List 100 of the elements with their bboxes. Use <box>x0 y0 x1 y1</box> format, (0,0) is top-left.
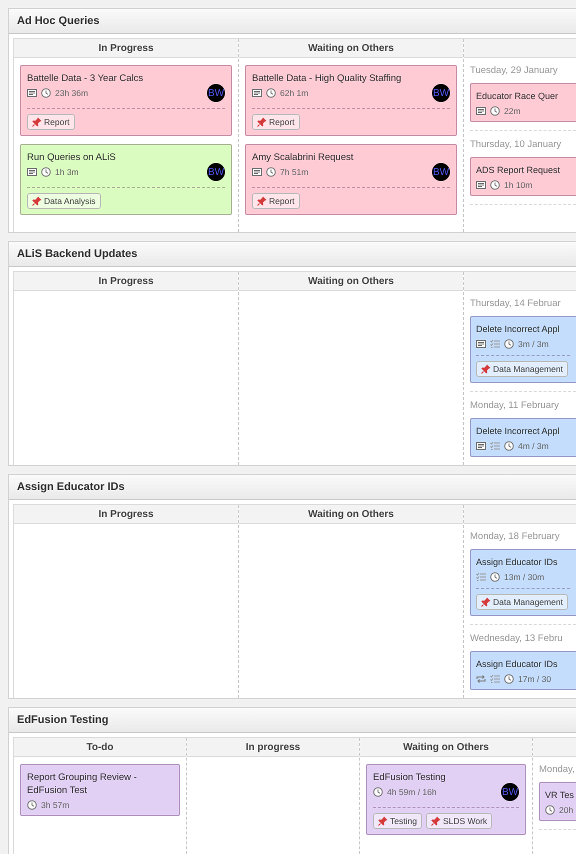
card-title: Run Queries on ALiS <box>27 151 117 164</box>
card-title: Report Grouping Review - EdFusion Test <box>27 771 138 797</box>
task-card[interactable]: Amy Scalabrini Request 7h 51m BW Report <box>245 144 457 215</box>
column-heading: In Progress <box>14 505 238 524</box>
column-heading: Waiting on Others <box>239 39 463 58</box>
column-heading: Waiting on Others <box>360 738 532 757</box>
pin-icon <box>378 816 388 826</box>
checklist-icon <box>490 339 500 349</box>
clock-icon <box>266 167 276 177</box>
card-title: ADS Report Request <box>476 164 562 177</box>
column-heading: In Progress <box>14 39 238 58</box>
column-heading: In Progress <box>14 272 238 291</box>
time-spent: 62h 1m <box>280 88 308 98</box>
task-card[interactable]: Assign Educator IDs 17m / 30 <box>470 651 576 690</box>
avatar[interactable]: BW <box>432 84 450 102</box>
avatar[interactable]: BW <box>432 163 450 181</box>
task-card[interactable]: VR Tes 20h <box>539 782 576 821</box>
clock-icon <box>41 88 51 98</box>
task-card[interactable]: Report Grouping Review - EdFusion Test 3h 57m <box>20 764 180 816</box>
pin-icon <box>32 117 42 127</box>
task-card[interactable]: Delete Incorrect Appl 4m / 3m <box>470 418 576 457</box>
pin-icon <box>481 364 491 374</box>
notes-icon <box>27 167 37 177</box>
tag[interactable]: Data Analysis <box>27 193 100 209</box>
date-label: Wednesday, 13 Febru <box>470 633 564 644</box>
clock-icon <box>504 674 514 684</box>
card-title: Delete Incorrect Appl <box>476 425 561 438</box>
column-heading: In progress <box>187 738 359 757</box>
notes-icon <box>476 106 486 116</box>
checklist-icon <box>476 572 486 582</box>
time-spent: 20h <box>559 805 574 815</box>
clock-icon <box>490 106 500 116</box>
date-label: Thursday, 14 Februar <box>470 298 562 309</box>
time-spent: 4h 59m / 16h <box>387 787 437 797</box>
tag[interactable]: Data Management <box>476 361 568 377</box>
time-spent: 1h 10m <box>504 180 532 190</box>
task-card[interactable]: Delete Incorrect Appl 3m / 3m Data Management <box>470 316 576 383</box>
card-title: Battelle Data - High Quality Staffing <box>252 72 402 85</box>
notes-icon <box>252 88 262 98</box>
board-title: Assign Educator IDs <box>9 475 576 500</box>
clock-icon <box>27 800 37 810</box>
clock-icon <box>266 88 276 98</box>
time-spent: 3h 57m <box>41 800 70 810</box>
board-title: EdFusion Testing <box>9 708 576 733</box>
card-title: Assign Educator IDs <box>476 556 559 569</box>
time-spent: 7h 51m <box>280 167 308 177</box>
task-card[interactable]: ADS Report Request 1h 10m <box>470 157 576 196</box>
pin-icon <box>32 196 42 206</box>
card-title: VR Tes <box>545 789 574 802</box>
date-label: Monday, <box>539 764 576 775</box>
clock-icon <box>490 572 500 582</box>
date-label: Tuesday, 29 January <box>470 65 559 76</box>
task-card[interactable]: Battelle Data - High Quality Staffing 62h 1m BW Report <box>245 65 457 136</box>
date-label: Thursday, 10 January <box>470 139 562 150</box>
task-card[interactable]: Run Queries on ALiS 1h 3m BW Data Analysis <box>20 144 232 215</box>
card-title: Assign Educator IDs <box>476 658 559 671</box>
notes-icon <box>27 88 37 98</box>
pin-icon <box>257 196 267 206</box>
task-card[interactable]: Assign Educator IDs 13m / 30m Data Management <box>470 549 576 616</box>
clock-icon <box>504 441 514 451</box>
tag[interactable]: Data Management <box>476 594 568 610</box>
board-title: Ad Hoc Queries <box>9 9 576 34</box>
card-title: Educator Race Quer <box>476 90 560 103</box>
repeat-icon <box>476 674 486 684</box>
tag[interactable]: Report <box>252 193 300 209</box>
avatar[interactable]: BW <box>501 783 519 801</box>
time-spent: 13m / 30m <box>504 572 544 582</box>
column-heading: Waiting on Others <box>239 505 463 524</box>
card-title: Delete Incorrect Appl <box>476 323 561 336</box>
date-label: Monday, 18 February <box>470 531 561 542</box>
notes-icon <box>252 167 262 177</box>
card-title: Battelle Data - 3 Year Calcs <box>27 72 144 85</box>
time-spent: 22m <box>504 106 521 116</box>
board-title: ALiS Backend Updates <box>9 242 576 267</box>
tag[interactable]: SLDS Work <box>426 813 492 829</box>
time-spent: 3m / 3m <box>518 339 549 349</box>
notes-icon <box>476 441 486 451</box>
pin-icon <box>257 117 267 127</box>
clock-icon <box>490 180 500 190</box>
notes-icon <box>476 339 486 349</box>
pin-icon <box>481 597 491 607</box>
time-spent: 23h 36m <box>55 88 88 98</box>
task-card[interactable]: Educator Race Quer 22m <box>470 83 576 122</box>
task-card[interactable]: Battelle Data - 3 Year Calcs 23h 36m BW Report <box>20 65 232 136</box>
task-card[interactable]: EdFusion Testing 4h 59m / 16h BW Testing SLDS Work <box>366 764 526 835</box>
column-heading: Waiting on Others <box>239 272 463 291</box>
tag[interactable]: Report <box>252 114 300 130</box>
time-spent: 17m / 30 <box>518 674 552 684</box>
tag[interactable]: Testing <box>373 813 422 829</box>
clock-icon <box>41 167 51 177</box>
card-title: Amy Scalabrini Request <box>252 151 354 164</box>
avatar[interactable]: BW <box>207 84 225 102</box>
date-label: Monday, 11 February <box>470 400 560 411</box>
time-spent: 1h 3m <box>55 167 79 177</box>
column-heading: To-do <box>14 738 186 757</box>
time-spent: 4m / 3m <box>518 441 549 451</box>
clock-icon <box>373 787 383 797</box>
clock-icon <box>504 339 514 349</box>
avatar[interactable]: BW <box>207 163 225 181</box>
tag[interactable]: Report <box>27 114 75 130</box>
